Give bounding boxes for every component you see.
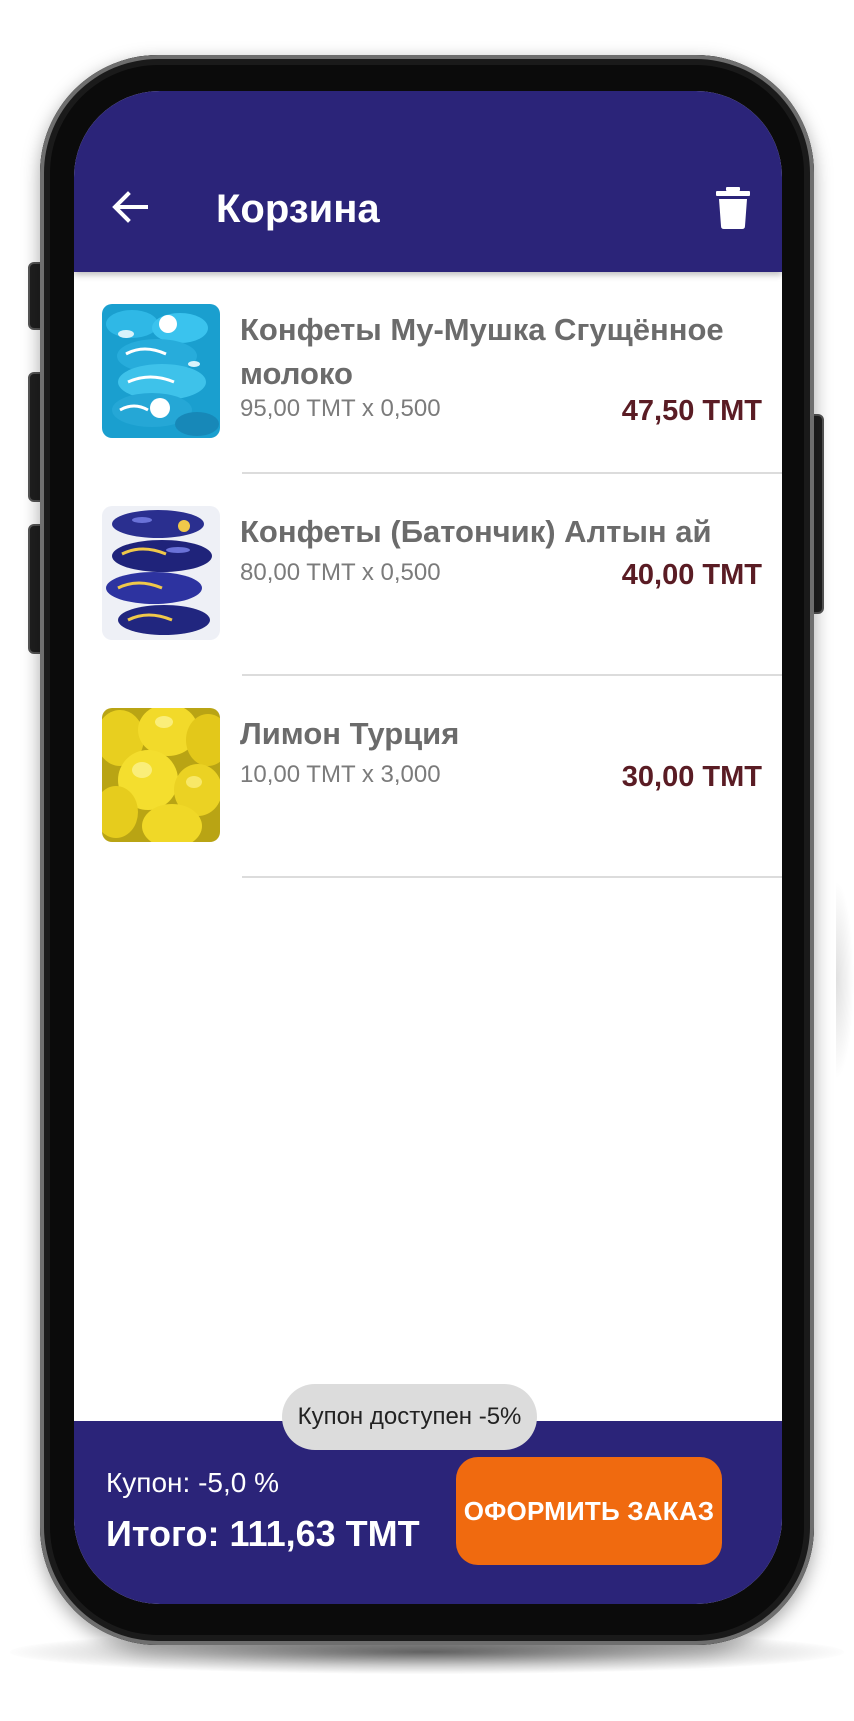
product-name: Конфеты Му-Мушка Сгущённое молоко [240, 312, 724, 391]
divider [242, 876, 782, 878]
cart-item[interactable]: Конфеты (Батончик) Алтын ай 80,00 TMT x … [74, 474, 782, 676]
cart-list: Конфеты Му-Мушка Сгущённое молоко 95,00 … [74, 272, 782, 878]
product-name: Конфеты (Батончик) Алтын ай [240, 514, 712, 549]
product-total: 30,00 TMT [621, 761, 762, 793]
product-price-quantity: 10,00 TMT x 3,000 [240, 761, 441, 788]
cart-item[interactable]: Конфеты Му-Мушка Сгущённое молоко 95,00 … [74, 272, 782, 474]
product-image [102, 304, 220, 438]
product-name: Лимон Турция [240, 716, 460, 751]
product-price-quantity: 95,00 TMT x 0,500 [240, 395, 441, 422]
background-shadow [836, 880, 854, 1080]
product-image [102, 708, 220, 842]
cart-item[interactable]: Лимон Турция 10,00 TMT x 3,000 30,00 TMT [74, 676, 782, 878]
product-total: 40,00 TMT [621, 559, 762, 591]
trash-icon[interactable] [716, 187, 750, 229]
product-total: 47,50 TMT [621, 395, 762, 427]
device-mockup: Корзина Конфеты Му-Мушка Сгущённое молок… [0, 0, 854, 1721]
product-image [102, 506, 220, 640]
app-bar: Корзина [74, 91, 782, 272]
order-total: Итого: 111,63 TMT [106, 1513, 420, 1554]
page-title: Корзина [216, 187, 380, 231]
product-price-quantity: 80,00 TMT x 0,500 [240, 559, 441, 586]
phone-screen: Корзина Конфеты Му-Мушка Сгущённое молок… [74, 91, 782, 1604]
checkout-button[interactable]: ОФОРМИТЬ ЗАКАЗ [456, 1457, 722, 1565]
coupon-toast: Купон доступен -5% [282, 1384, 537, 1450]
arrow-left-icon[interactable] [110, 187, 150, 227]
coupon-label: Купон: -5,0 % [106, 1467, 279, 1498]
